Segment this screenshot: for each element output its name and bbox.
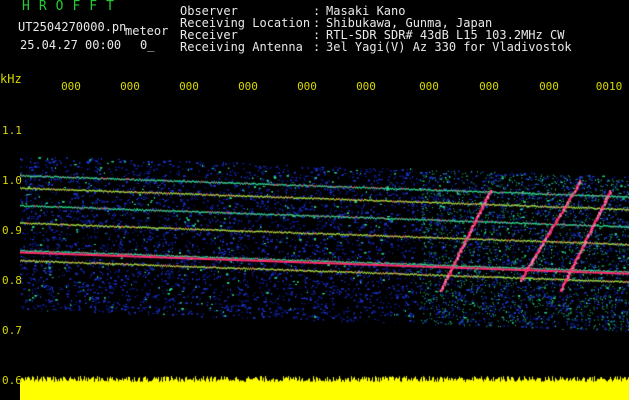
frequency-unit-label: kHz bbox=[0, 72, 22, 86]
x-tick-label: 0010 bbox=[595, 80, 623, 93]
spectrogram-canvas[interactable] bbox=[20, 96, 629, 400]
y-tick-label: 0.9 bbox=[2, 224, 22, 237]
x-tick-label: 000 bbox=[120, 80, 140, 93]
y-tick-label: 0.6 bbox=[2, 374, 22, 387]
x-tick-label: 000 bbox=[179, 80, 199, 93]
x-tick-label: 000 bbox=[419, 80, 439, 93]
x-tick-label: 000 bbox=[297, 80, 317, 93]
x-tick-label: 000 bbox=[238, 80, 258, 93]
y-tick-label: 1.0 bbox=[2, 174, 22, 187]
hrofft-window: HROFFT UT2504270000.pn meteor 25.04.27 0… bbox=[0, 0, 629, 400]
x-tick-label: 000 bbox=[479, 80, 499, 93]
x-tick-label: 000 bbox=[61, 80, 81, 93]
separator-colon: : bbox=[313, 40, 321, 54]
y-tick-label: 1.1 bbox=[2, 124, 22, 137]
y-tick-label: 0.7 bbox=[2, 324, 22, 337]
zoom-readout: 0_ bbox=[140, 38, 155, 52]
x-tick-label: 000 bbox=[356, 80, 376, 93]
mode-label: meteor bbox=[125, 24, 169, 38]
file-name: UT2504270000.pn bbox=[18, 20, 127, 34]
app-name: HROFFT bbox=[22, 0, 123, 14]
x-tick-label: 000 bbox=[539, 80, 559, 93]
antenna-value: 3el Yagi(V) Az 330 for Vladivostok bbox=[326, 40, 572, 54]
y-tick-label: 0.8 bbox=[2, 274, 22, 287]
antenna-label: Receiving Antenna bbox=[180, 40, 303, 54]
datetime: 25.04.27 00:00 bbox=[20, 38, 122, 52]
